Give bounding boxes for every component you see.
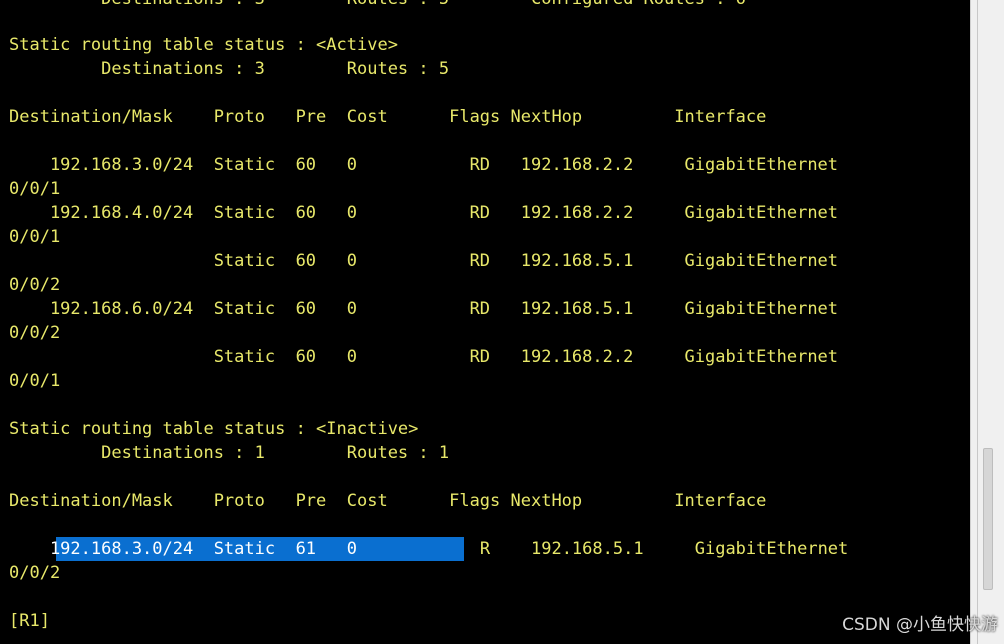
selected-route-row[interactable]: 192.168.3.0/24 Static 61 0 R 192.168.5.1… [9, 537, 848, 561]
route-row-wrap: 0/0/1 [9, 179, 61, 199]
terminal-line: Destinations : 1 Routes : 1 [9, 443, 450, 463]
terminal-line: Destinations : 3 Routes : 5 Configured R… [9, 0, 746, 11]
vertical-scrollbar[interactable] [970, 0, 1004, 644]
route-row-wrap: 0/0/2 [9, 563, 61, 583]
route-row-wrap: 0/0/2 [9, 275, 61, 295]
route-row: 192.168.6.0/24 Static 60 0 RD 192.168.5.… [9, 299, 839, 319]
terminal-line: Static routing table status : <Active> [9, 35, 398, 55]
route-row-wrap: 0/0/1 [9, 227, 61, 247]
route-row: Static 60 0 RD 192.168.2.2 GigabitEthern… [9, 347, 839, 367]
scrollbar-track [977, 0, 978, 644]
terminal-window: Destinations : 3 Routes : 5 Configured R… [0, 0, 1004, 644]
selected-text[interactable]: 192.168.3.0/24 Static 61 0 [9, 539, 418, 559]
table-header: Destination/Mask Proto Pre Cost Flags Ne… [9, 107, 767, 127]
command-prompt[interactable]: [R1] [9, 609, 50, 633]
watermark-text: CSDN @小鱼快快游 [842, 615, 998, 635]
terminal-output[interactable]: Destinations : 3 Routes : 5 Configured R… [0, 0, 970, 644]
terminal-line: Static routing table status : <Inactive> [9, 419, 419, 439]
route-row: 192.168.3.0/24 Static 60 0 RD 192.168.2.… [9, 155, 839, 175]
route-row: 192.168.4.0/24 Static 60 0 RD 192.168.2.… [9, 203, 839, 223]
route-row: Static 60 0 RD 192.168.5.1 GigabitEthern… [9, 251, 839, 271]
route-row-wrap: 0/0/2 [9, 323, 61, 343]
route-row-wrap: 0/0/1 [9, 371, 61, 391]
table-header: Destination/Mask Proto Pre Cost Flags Ne… [9, 491, 767, 511]
route-row-remainder: R 192.168.5.1 GigabitEthernet [418, 539, 849, 559]
terminal-line: Destinations : 3 Routes : 5 [9, 59, 450, 79]
scrollbar-thumb[interactable] [983, 448, 993, 590]
